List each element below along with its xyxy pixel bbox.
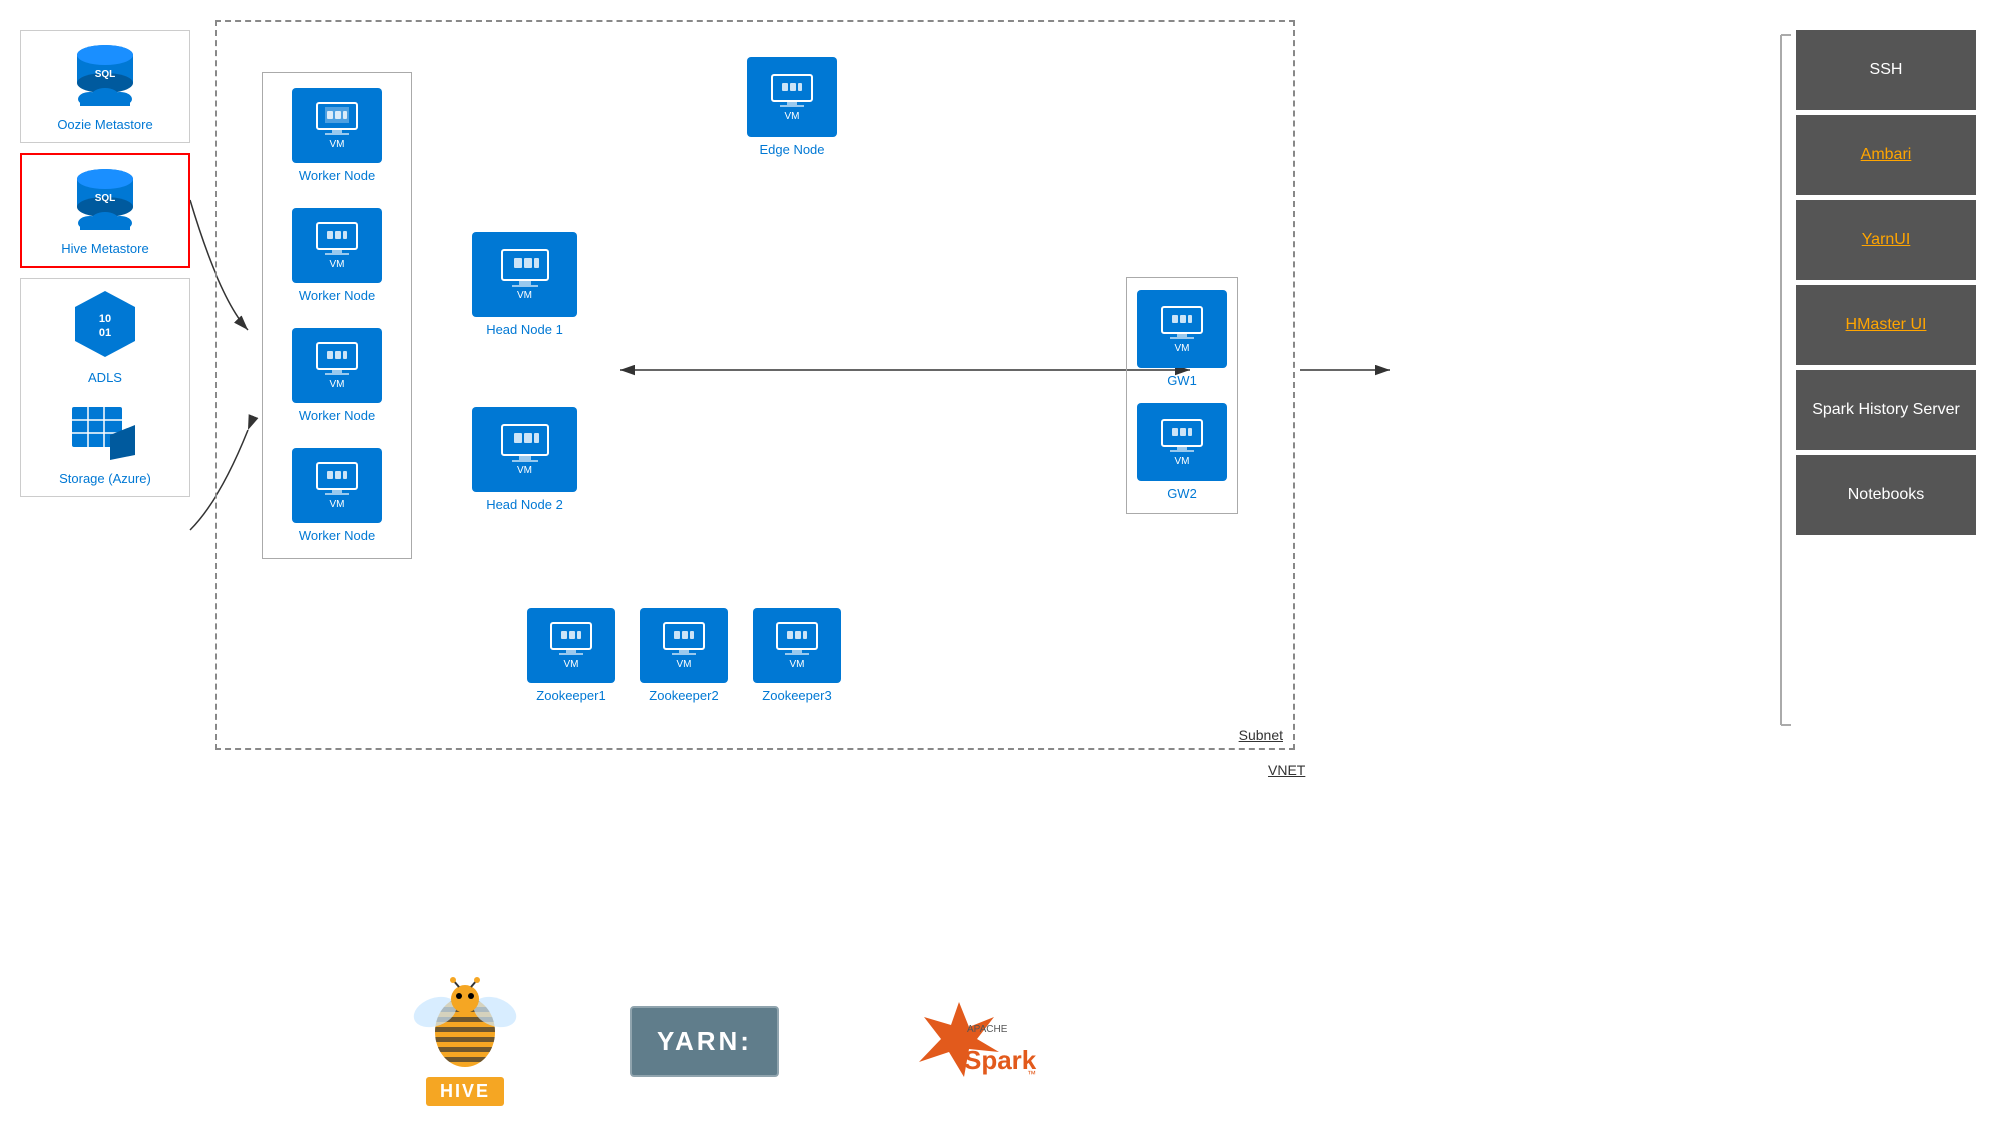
- zookeeper-2-label: Zookeeper2: [640, 688, 728, 703]
- vm-label-2: VM: [330, 259, 345, 270]
- storage-azure-icon: [31, 405, 179, 465]
- head-node-1-label: Head Node 1: [472, 322, 577, 337]
- gw2-node: VM GW2: [1137, 403, 1227, 501]
- right-panel: SSH Ambari YarnUI HMaster UI Spark Histo…: [1796, 30, 1976, 535]
- spark-logo: APACHE Spark ™: [879, 997, 1039, 1087]
- hive-logo: HIVE: [400, 977, 530, 1106]
- ssh-button[interactable]: SSH: [1796, 30, 1976, 110]
- hmaster-button[interactable]: HMaster UI: [1796, 285, 1976, 365]
- head2-vm-label: VM: [517, 465, 532, 476]
- svg-text:APACHE: APACHE: [967, 1024, 1008, 1035]
- vnet-box: VM Worker Node VM Worker Node VM Worker …: [215, 20, 1295, 750]
- vnet-label: VNET: [1268, 762, 1305, 778]
- head-node-1: VM Head Node 1: [472, 232, 577, 337]
- yarnui-button[interactable]: YarnUI: [1796, 200, 1976, 280]
- worker-node-3-label: Worker Node: [273, 408, 401, 423]
- spark-history-button[interactable]: Spark History Server: [1796, 370, 1976, 450]
- spark-history-label: Spark History Server: [1812, 401, 1960, 419]
- svg-text:™: ™: [1027, 1069, 1036, 1079]
- adls-label: ADLS: [31, 370, 179, 385]
- oozie-label: Oozie Metastore: [31, 117, 179, 132]
- adls-storage-box: 10 01 ADLS Storage (Azure): [20, 278, 190, 497]
- notebooks-button[interactable]: Notebooks: [1796, 455, 1976, 535]
- hive-label: Hive Metastore: [32, 241, 178, 256]
- yarnui-label: YarnUI: [1862, 231, 1911, 249]
- adls-icon: 10 01: [31, 289, 179, 364]
- ssh-label: SSH: [1870, 61, 1903, 79]
- zk2-vm-label: VM: [677, 659, 692, 670]
- oozie-metastore-box: SQL Oozie Metastore: [20, 30, 190, 143]
- worker-node-1-label: Worker Node: [273, 168, 401, 183]
- hmaster-label: HMaster UI: [1846, 316, 1927, 334]
- worker-nodes-container: VM Worker Node VM Worker Node VM Worker …: [262, 72, 412, 559]
- subnet-label: Subnet: [1239, 727, 1283, 743]
- svg-text:Spark: Spark: [964, 1045, 1037, 1075]
- edge-node-label: Edge Node: [747, 142, 837, 157]
- vm-label-4: VM: [330, 499, 345, 510]
- hive-text: HIVE: [426, 1077, 504, 1106]
- ambari-button[interactable]: Ambari: [1796, 115, 1976, 195]
- hive-sql-icon: SQL: [32, 165, 178, 235]
- zookeeper-2: VM Zookeeper2: [640, 608, 728, 703]
- vm-label-3: VM: [330, 379, 345, 390]
- worker-node-3: VM Worker Node: [273, 328, 401, 423]
- gw2-label: GW2: [1137, 486, 1227, 501]
- worker-node-4-label: Worker Node: [273, 528, 401, 543]
- gateway-container: VM GW1 VM GW2: [1126, 277, 1238, 514]
- gw1-node: VM GW1: [1137, 290, 1227, 388]
- yarn-logo: YARN:: [630, 1006, 779, 1077]
- edge-vm-label: VM: [785, 111, 800, 122]
- gw1-vm-label: VM: [1175, 343, 1190, 354]
- svg-text:SQL: SQL: [95, 193, 116, 204]
- zk1-vm-label: VM: [564, 659, 579, 670]
- ambari-label: Ambari: [1861, 146, 1912, 164]
- worker-node-4: VM Worker Node: [273, 448, 401, 543]
- storage-label: Storage (Azure): [31, 471, 179, 486]
- worker-node-1: VM Worker Node: [273, 88, 401, 183]
- zookeeper-1-label: Zookeeper1: [527, 688, 615, 703]
- head1-vm-label: VM: [517, 290, 532, 301]
- zookeeper-1: VM Zookeeper1: [527, 608, 615, 703]
- worker-node-2: VM Worker Node: [273, 208, 401, 303]
- notebooks-label: Notebooks: [1848, 486, 1925, 504]
- left-panel: SQL Oozie Metastore SQL: [20, 30, 190, 497]
- svg-text:SQL: SQL: [95, 69, 116, 80]
- zookeeper-3: VM Zookeeper3: [753, 608, 841, 703]
- bottom-logos: HIVE YARN: APACHE Spark ™: [400, 977, 1039, 1106]
- hive-metastore-box: SQL Hive Metastore: [20, 153, 190, 268]
- gw2-vm-label: VM: [1175, 456, 1190, 467]
- zookeeper-container: VM Zookeeper1 VM Zookeeper2 VM Zookeeper…: [527, 608, 841, 703]
- oozie-sql-icon: SQL: [31, 41, 179, 111]
- head-node-2-label: Head Node 2: [472, 497, 577, 512]
- svg-text:01: 01: [99, 327, 111, 339]
- svg-text:10: 10: [99, 313, 111, 325]
- head-node-2: VM Head Node 2: [472, 407, 577, 512]
- worker-node-2-label: Worker Node: [273, 288, 401, 303]
- gw1-label: GW1: [1137, 373, 1227, 388]
- edge-node: VM Edge Node: [747, 57, 837, 157]
- vm-label: VM: [330, 139, 345, 150]
- zookeeper-3-label: Zookeeper3: [753, 688, 841, 703]
- yarn-text: YARN:: [630, 1006, 779, 1077]
- zk3-vm-label: VM: [790, 659, 805, 670]
